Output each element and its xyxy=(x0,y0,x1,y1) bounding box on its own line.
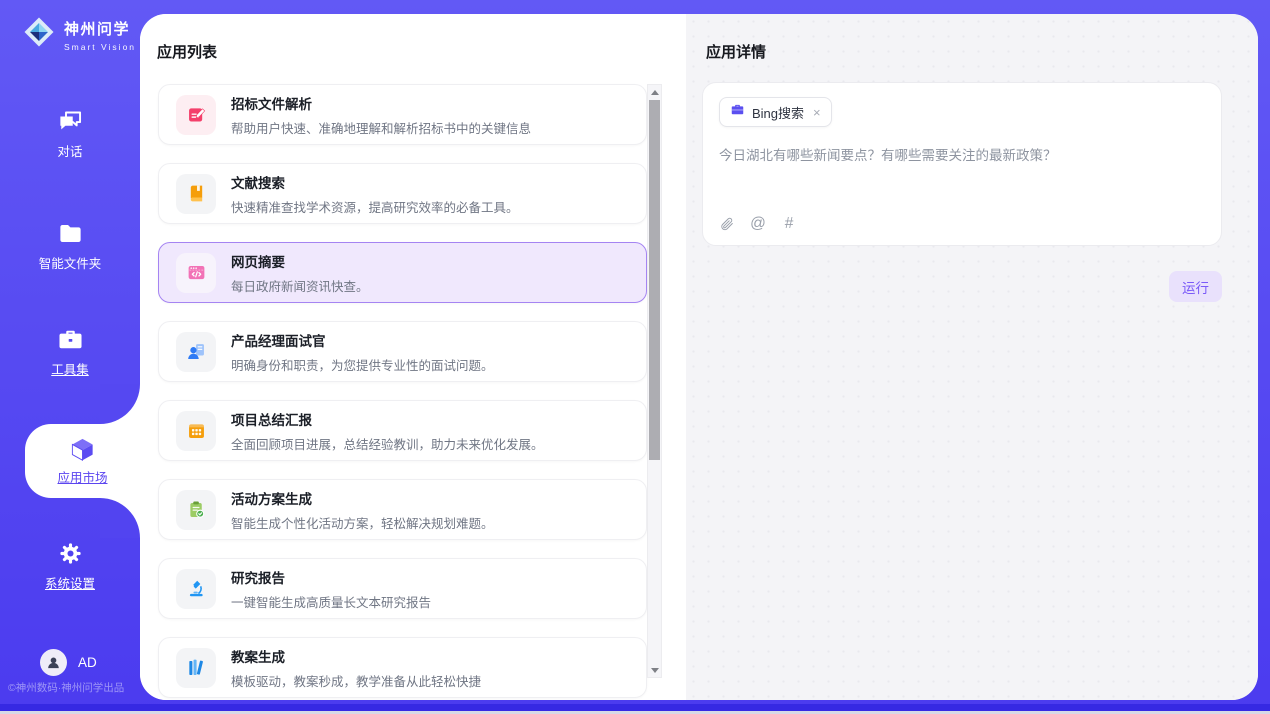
hashtag-icon[interactable]: # xyxy=(781,216,797,232)
toolbox-icon xyxy=(57,326,84,353)
app-name: 网页摘要 xyxy=(231,251,369,271)
sidebar-item-smart-folder[interactable]: 智能文件夹 xyxy=(0,220,140,272)
app-desc: 全面回顾项目进展，总结经验教训，助力未来优化发展。 xyxy=(231,434,544,453)
cube-icon xyxy=(69,436,96,463)
app-list-scrollbar[interactable] xyxy=(647,84,662,678)
app-desc: 帮助用户快速、准确地理解和解析招标书中的关键信息 xyxy=(231,118,531,137)
avatar xyxy=(40,649,67,676)
gear-icon xyxy=(57,540,84,567)
sidebar-label-settings: 系统设置 xyxy=(45,573,95,592)
sidebar: 神州问学 Smart Vision 对话 智能文件夹 工具集 xyxy=(0,0,140,714)
app-desc: 快速精准查找学术资源，提高研究效率的必备工具。 xyxy=(231,197,519,216)
app-desc: 模板驱动，教案秒成，教学准备从此轻松快捷 xyxy=(231,671,481,690)
scroll-down-arrow[interactable] xyxy=(648,663,661,677)
copyright-text: ©神州数码·神州问学出品 xyxy=(8,680,140,695)
app-card-bid-parsing[interactable]: 招标文件解析 帮助用户快速、准确地理解和解析招标书中的关键信息 xyxy=(158,84,647,145)
input-toolbar: @ # xyxy=(719,216,797,232)
app-detail-title: 应用详情 xyxy=(706,41,766,62)
scroll-up-arrow[interactable] xyxy=(648,85,661,99)
brand-diamond-icon xyxy=(21,14,57,55)
app-name: 教案生成 xyxy=(231,646,481,666)
sidebar-label-chat: 对话 xyxy=(57,141,82,160)
app-name: 活动方案生成 xyxy=(231,488,494,508)
book-icon xyxy=(176,174,216,214)
paperclip-icon[interactable] xyxy=(719,216,735,232)
briefcase-icon xyxy=(730,102,745,122)
app-desc: 每日政府新闻资讯快查。 xyxy=(231,276,369,295)
content-area: 应用列表 招标文件解析 帮助用户快速、准确地理解和解析招标书中的关键信息 xyxy=(140,14,1258,700)
user-initials: AD xyxy=(78,655,97,670)
sidebar-item-settings[interactable]: 系统设置 xyxy=(0,540,140,592)
active-tab-scoop-bottom xyxy=(100,498,140,538)
app-name: 招标文件解析 xyxy=(231,93,531,113)
folder-icon xyxy=(57,220,84,247)
app-card-project-summary[interactable]: 项目总结汇报 全面回顾项目进展，总结经验教训，助力未来优化发展。 xyxy=(158,400,647,461)
microscope-icon xyxy=(176,569,216,609)
app-name: 项目总结汇报 xyxy=(231,409,544,429)
app-list-panel: 应用列表 招标文件解析 帮助用户快速、准确地理解和解析招标书中的关键信息 xyxy=(140,14,686,700)
run-button[interactable]: 运行 xyxy=(1169,271,1222,302)
app-name: 产品经理面试官 xyxy=(231,330,494,350)
sidebar-label-app-market: 应用市场 xyxy=(57,467,107,486)
browser-code-icon xyxy=(176,253,216,293)
calendar-icon xyxy=(176,411,216,451)
bottom-strip xyxy=(0,704,1270,711)
app-detail-panel: 应用详情 Bing搜索 × 今日湖北有哪些新闻要点？有哪些需要关注的最新政策？ xyxy=(686,14,1258,700)
active-tab-scoop-top xyxy=(100,384,140,424)
query-text: 今日湖北有哪些新闻要点？有哪些需要关注的最新政策？ xyxy=(719,144,1205,164)
app-card-lesson-plan[interactable]: 教案生成 模板驱动，教案秒成，教学准备从此轻松快捷 xyxy=(158,637,647,698)
sidebar-label-toolset: 工具集 xyxy=(51,359,89,378)
sidebar-label-smart-folder: 智能文件夹 xyxy=(39,253,102,272)
pencil-square-icon xyxy=(176,95,216,135)
brand-logo: 神州问学 Smart Vision xyxy=(21,14,136,55)
tool-chip-bing-search[interactable]: Bing搜索 × xyxy=(719,97,832,127)
app-name: 文献搜索 xyxy=(231,172,519,192)
chat-icon xyxy=(57,108,84,135)
app-desc: 智能生成个性化活动方案，轻松解决规划难题。 xyxy=(231,513,494,532)
app-name: 研究报告 xyxy=(231,567,431,587)
tool-chip-label: Bing搜索 xyxy=(752,103,804,122)
app-card-web-summary[interactable]: 网页摘要 每日政府新闻资讯快查。 xyxy=(158,242,647,303)
sidebar-item-app-market[interactable]: 应用市场 xyxy=(25,424,140,498)
brand-name: 神州问学 xyxy=(64,18,136,39)
app-card-event-plan[interactable]: 活动方案生成 智能生成个性化活动方案，轻松解决规划难题。 xyxy=(158,479,647,540)
scrollbar-thumb[interactable] xyxy=(649,100,660,460)
clipboard-check-icon xyxy=(176,490,216,530)
app-card-pm-interviewer[interactable]: 产品经理面试官 明确身份和职责，为您提供专业性的面试问题。 xyxy=(158,321,647,382)
app-list-title: 应用列表 xyxy=(157,41,217,62)
mention-icon[interactable]: @ xyxy=(750,216,766,232)
user-account[interactable]: AD xyxy=(40,649,97,676)
app-cards: 招标文件解析 帮助用户快速、准确地理解和解析招标书中的关键信息 文献搜索 快速精… xyxy=(158,84,647,698)
brand-subtitle: Smart Vision xyxy=(64,42,136,52)
sidebar-item-chat[interactable]: 对话 xyxy=(0,108,140,160)
books-icon xyxy=(176,648,216,688)
app-desc: 一键智能生成高质量长文本研究报告 xyxy=(231,592,431,611)
app-desc: 明确身份和职责，为您提供专业性的面试问题。 xyxy=(231,355,494,374)
query-input[interactable]: Bing搜索 × 今日湖北有哪些新闻要点？有哪些需要关注的最新政策？ @ # xyxy=(702,82,1222,246)
chip-close-icon[interactable]: × xyxy=(813,105,821,120)
sidebar-item-toolset[interactable]: 工具集 xyxy=(0,326,140,378)
app-card-literature-search[interactable]: 文献搜索 快速精准查找学术资源，提高研究效率的必备工具。 xyxy=(158,163,647,224)
person-doc-icon xyxy=(176,332,216,372)
app-card-research-report[interactable]: 研究报告 一键智能生成高质量长文本研究报告 xyxy=(158,558,647,619)
